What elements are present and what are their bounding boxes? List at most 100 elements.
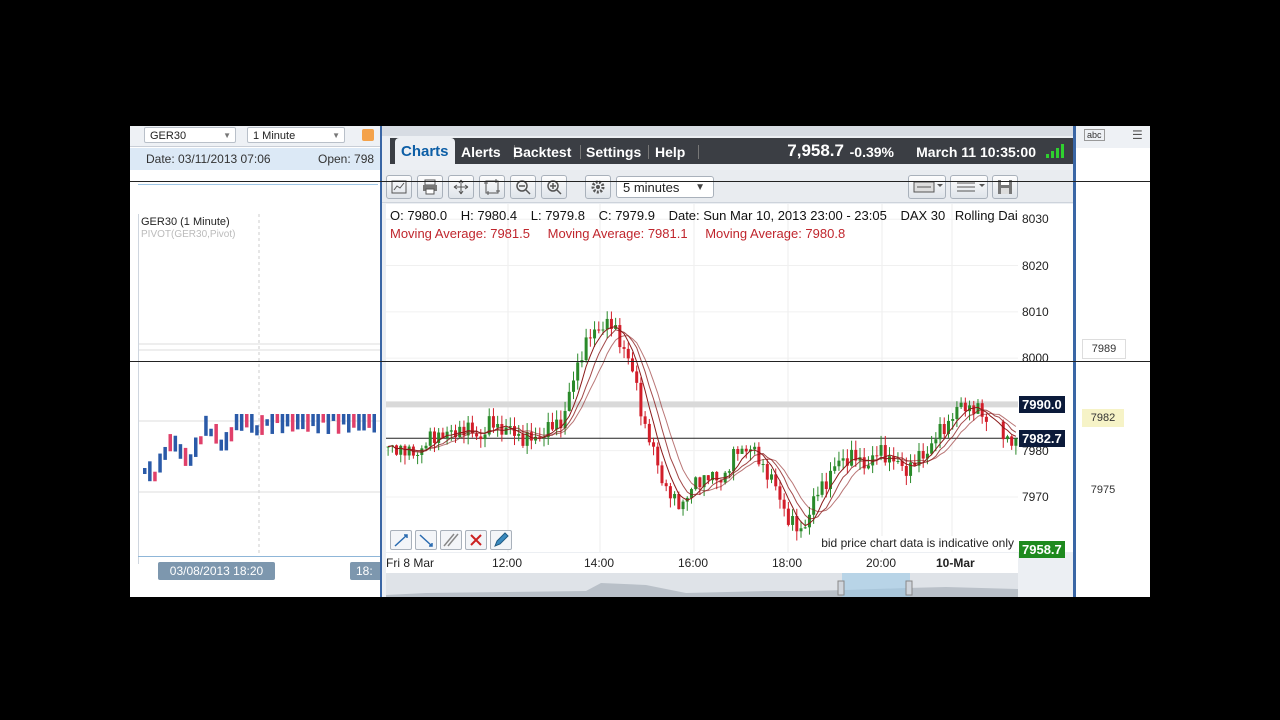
- ma-label-1: Moving Average: 7981.5: [390, 226, 530, 241]
- candle-body: [626, 348, 630, 359]
- candle-body: [428, 431, 432, 446]
- ray-line-icon[interactable]: [415, 530, 437, 550]
- left-chart[interactable]: GER30 (1 Minute) PIVOT(GER30,Pivot): [138, 214, 380, 564]
- candle-body: [698, 477, 702, 488]
- resistance-band: [386, 401, 1018, 408]
- candle-body: [521, 433, 525, 446]
- menu-alerts[interactable]: Alerts: [461, 138, 501, 164]
- candle-body: [652, 442, 656, 447]
- left-candle: [255, 425, 259, 436]
- left-candle: [194, 437, 198, 457]
- instrument-name: DAX 30: [900, 208, 946, 223]
- chart-plot-area[interactable]: O: 7980.0 H: 7980.4 L: 7979.8 C: 7979.9 …: [386, 204, 1027, 552]
- candle-body: [647, 423, 651, 443]
- right-price-tag-1: 7989: [1082, 339, 1126, 359]
- ohlc-date: Date: Sun Mar 10, 2013 23:00 - 23:05: [668, 208, 887, 223]
- candle-body: [529, 432, 533, 441]
- left-date-label: 03/08/2013 18:20: [158, 562, 275, 580]
- left-candle: [321, 414, 325, 423]
- right-price-tag-3: 7975: [1082, 481, 1124, 499]
- candle-body: [706, 475, 710, 481]
- moving-average-line: [388, 326, 1017, 527]
- menu-help[interactable]: Help: [655, 138, 685, 164]
- candle-body: [820, 481, 824, 495]
- left-candle: [347, 414, 351, 433]
- candle-body: [584, 337, 588, 361]
- candle-body: [593, 329, 597, 339]
- candle-body: [576, 362, 580, 381]
- zoom-out-icon[interactable]: [510, 175, 536, 199]
- ma-label-2: Moving Average: 7981.1: [547, 226, 688, 241]
- left-toolbar: GER30 ▼ 1 Minute ▼: [130, 126, 380, 147]
- menu-backtest[interactable]: Backtest: [513, 138, 571, 164]
- left-candle: [372, 414, 376, 433]
- price-tag: 7982.7: [1019, 430, 1065, 448]
- ohlc-close: C: 7979.9: [598, 208, 655, 223]
- spellcheck-icon[interactable]: abc: [1084, 129, 1105, 141]
- right-toolbar: abc ☰: [1076, 126, 1150, 148]
- left-candle: [341, 414, 346, 425]
- candlestick-chart: [386, 204, 1018, 552]
- candle-body: [841, 458, 845, 461]
- gear-icon[interactable]: [585, 175, 611, 199]
- left-timeline-strip: [138, 184, 378, 215]
- left-candle: [219, 439, 223, 451]
- candle-body: [1005, 436, 1009, 440]
- chart-type-icon[interactable]: [386, 175, 412, 199]
- candle-body: [879, 445, 883, 456]
- left-candle: [173, 435, 178, 452]
- time-tick-label: 20:00: [866, 556, 897, 570]
- candle-body: [677, 494, 681, 510]
- interval-select[interactable]: 1 Minute ▼: [247, 127, 345, 143]
- trend-line-icon[interactable]: [390, 530, 412, 550]
- moving-average-line: [388, 335, 1017, 513]
- delete-drawings-icon[interactable]: [465, 530, 487, 550]
- interval-value: 5 minutes: [623, 180, 680, 195]
- menu-separator: [698, 145, 699, 159]
- candle-body: [727, 471, 731, 473]
- pencil-icon[interactable]: [490, 530, 512, 550]
- price-tick-label: 8010: [1022, 304, 1049, 319]
- moving-average-row: Moving Average: 7981.5 Moving Average: 7…: [390, 226, 859, 241]
- candle-body: [1001, 421, 1005, 440]
- signal-strength-icon: [1046, 144, 1068, 158]
- candle-body: [904, 465, 908, 476]
- ohlc-low: L: 7979.8: [530, 208, 585, 223]
- left-candle: [188, 454, 193, 466]
- chart-icon[interactable]: [362, 129, 374, 141]
- zoom-box-icon[interactable]: [479, 175, 505, 199]
- list-icon[interactable]: [950, 175, 988, 199]
- chart-toolbar: 5 minutes ▼: [382, 170, 1073, 203]
- candle-body: [761, 464, 765, 466]
- left-candles: [139, 214, 380, 554]
- candle-body: [424, 445, 428, 449]
- candle-body: [517, 433, 521, 436]
- candle-body: [740, 448, 744, 454]
- candle-body: [803, 527, 807, 529]
- menu-charts[interactable]: Charts: [395, 138, 455, 164]
- layout-icon[interactable]: [908, 175, 946, 199]
- left-candle: [239, 414, 244, 431]
- left-candle: [153, 471, 157, 482]
- left-candle: [245, 414, 249, 428]
- save-icon[interactable]: [992, 175, 1018, 199]
- price-datetime: March 11 10:35:00: [916, 144, 1036, 160]
- left-candle: [357, 414, 361, 431]
- left-candle: [326, 414, 331, 434]
- print-icon[interactable]: [417, 175, 443, 199]
- channel-icon[interactable]: [440, 530, 462, 550]
- left-candle: [367, 414, 371, 428]
- navigator-strip[interactable]: [386, 573, 1018, 597]
- zoom-in-icon[interactable]: [541, 175, 567, 199]
- menu-icon[interactable]: ☰: [1132, 128, 1143, 142]
- candle-body: [403, 445, 407, 456]
- interval-dropdown[interactable]: 5 minutes ▼: [616, 176, 714, 198]
- candle-body: [732, 449, 736, 472]
- pan-icon[interactable]: [448, 175, 474, 199]
- candle-body: [491, 416, 495, 428]
- candle-body: [483, 434, 487, 440]
- candle-body: [416, 454, 420, 456]
- symbol-select[interactable]: GER30 ▼: [144, 127, 236, 143]
- candle-body: [500, 424, 504, 435]
- menu-settings[interactable]: Settings: [586, 138, 641, 164]
